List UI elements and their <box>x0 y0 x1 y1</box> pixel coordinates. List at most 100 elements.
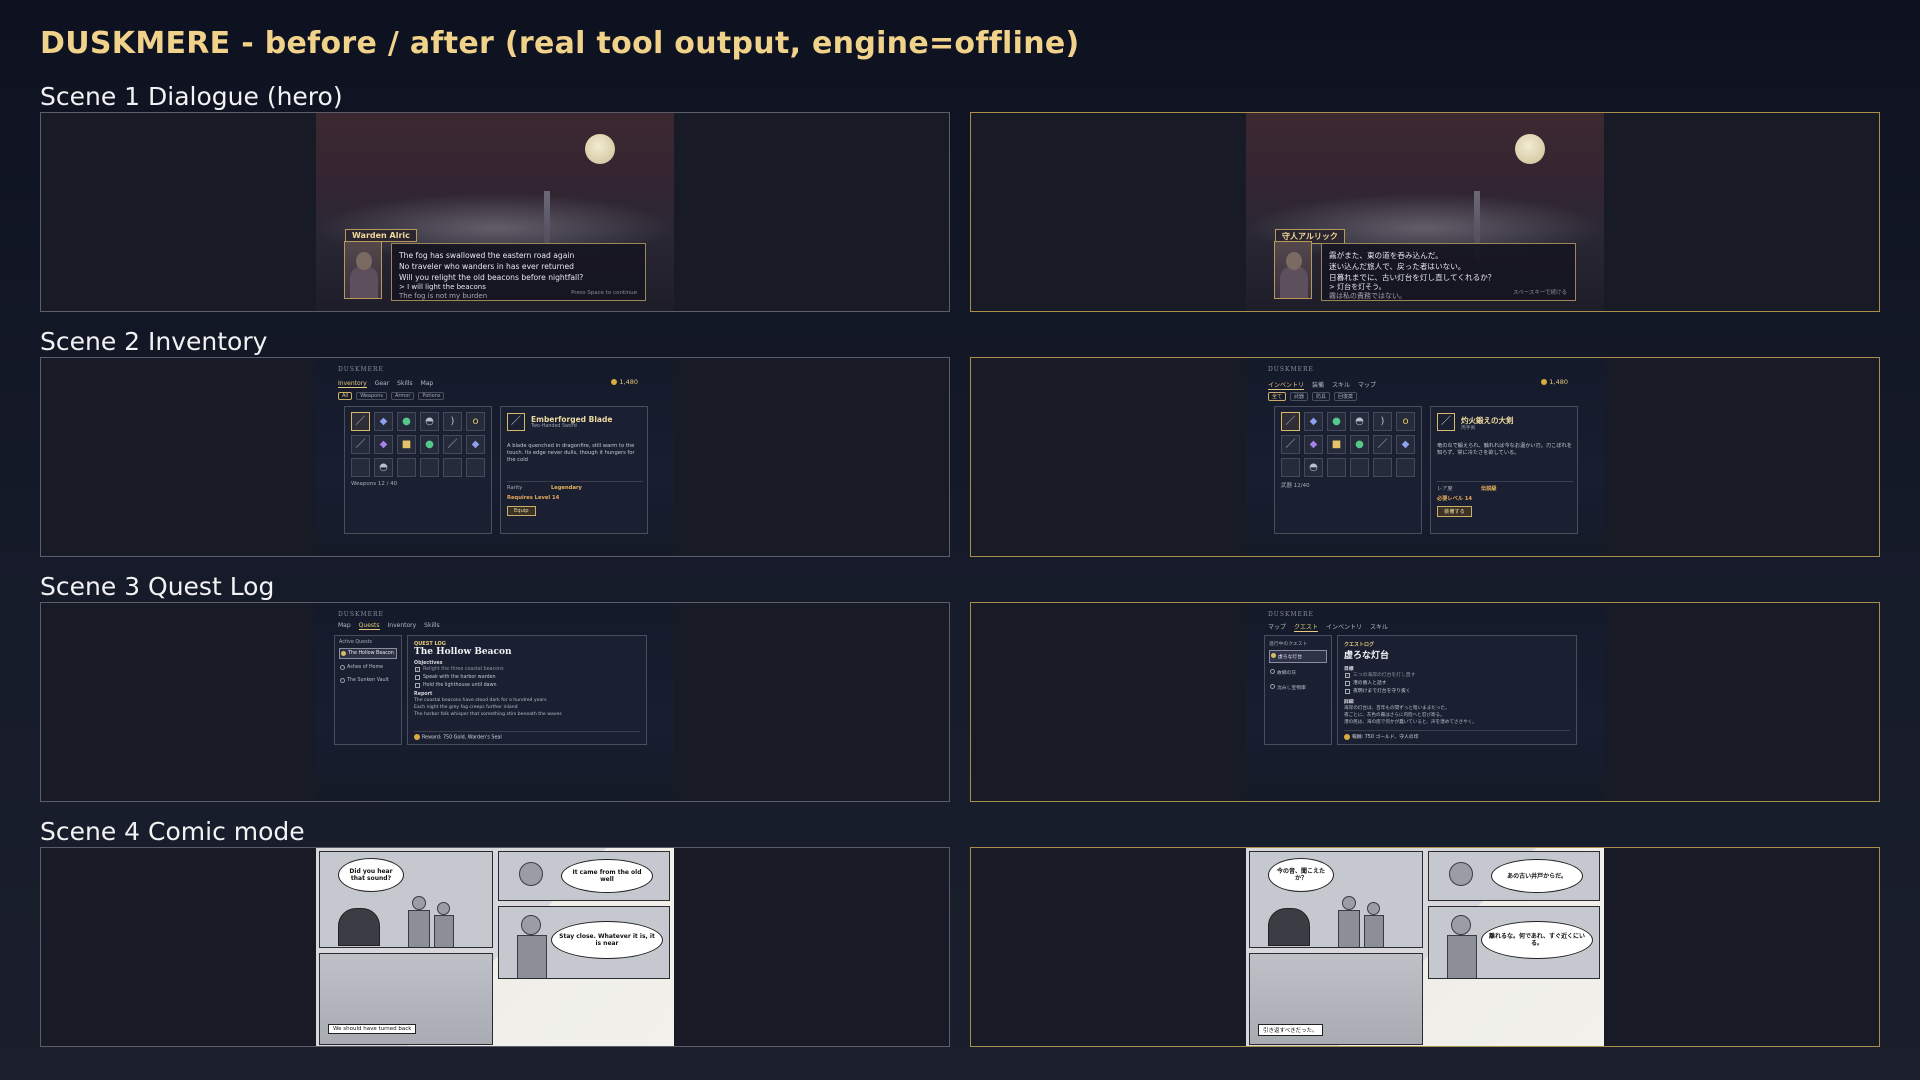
figure-icon <box>1364 915 1384 947</box>
item-detail-panel: ／ Emberforged Blade Two-Handed Sword A b… <box>500 406 648 534</box>
tab-inventory[interactable]: Inventory <box>338 380 367 388</box>
equip-button[interactable]: Equip <box>507 506 536 516</box>
filter-potions[interactable]: Potions <box>418 392 445 400</box>
tab-inventory[interactable]: インベントリ <box>1268 380 1305 390</box>
gem-icon[interactable]: ◆ <box>1304 412 1323 431</box>
potion-icon[interactable]: ● <box>1327 412 1346 431</box>
quest-list-item[interactable]: 虚ろな灯台 <box>1269 650 1327 663</box>
empty-slot[interactable] <box>1396 458 1415 477</box>
wand-icon[interactable]: ／ <box>1281 435 1300 454</box>
potion-icon[interactable]: ● <box>420 435 439 454</box>
bow-icon[interactable]: ) <box>443 412 462 431</box>
tab-map[interactable]: Map <box>421 380 434 388</box>
ring-icon[interactable]: o <box>466 412 485 431</box>
helmet-icon[interactable]: ◓ <box>420 412 439 431</box>
objective-item[interactable]: ✓ Relight the three coastal beacons <box>414 666 640 674</box>
filter-all[interactable]: All <box>338 392 353 400</box>
crystal-icon[interactable]: ◆ <box>374 435 393 454</box>
tab-skills[interactable]: スキル <box>1370 622 1388 632</box>
dagger-icon[interactable]: ／ <box>1373 435 1392 454</box>
speech-bubble: Did you hear that sound? <box>338 858 404 892</box>
tab-gear[interactable]: 装備 <box>1312 380 1324 390</box>
sword-icon[interactable]: ／ <box>351 412 370 431</box>
empty-slot[interactable] <box>397 458 416 477</box>
continue-hint: Press Space to continue <box>571 290 637 296</box>
empty-slot[interactable] <box>420 458 439 477</box>
tab-map[interactable]: マップ <box>1358 380 1376 390</box>
quest-list-item[interactable]: 沈みし宝物庫 <box>1269 682 1327 693</box>
empty-slot[interactable] <box>443 458 462 477</box>
figure-icon <box>434 915 454 947</box>
filter-all[interactable]: 全て <box>1268 392 1287 401</box>
figure-head-icon <box>1367 902 1380 915</box>
crystal-icon[interactable]: ◆ <box>1304 435 1323 454</box>
helmet-icon[interactable]: ◓ <box>374 458 393 477</box>
gem-icon[interactable]: ◆ <box>466 435 485 454</box>
empty-slot[interactable] <box>1373 458 1392 477</box>
quest-list-item[interactable]: Ashes of Home <box>339 663 397 672</box>
scroll-icon[interactable]: ■ <box>1327 435 1346 454</box>
empty-slot[interactable] <box>1327 458 1346 477</box>
filter-armor[interactable]: 防具 <box>1312 392 1331 401</box>
tab-quests[interactable]: Quests <box>358 622 380 630</box>
objective-item[interactable]: 夜明けまで灯台を守り抜く <box>1344 688 1570 696</box>
tab-map[interactable]: Map <box>338 622 351 630</box>
potion-icon[interactable]: ● <box>1350 435 1369 454</box>
figure-icon <box>408 910 430 947</box>
tab-inventory[interactable]: インベントリ <box>1326 622 1362 632</box>
equip-button[interactable]: 装備する <box>1437 506 1472 517</box>
gold-amount: 1,480 <box>1549 378 1568 386</box>
objective-item[interactable]: ✓ 三つの海岸の灯台を灯し直す <box>1344 672 1570 680</box>
tab-skills[interactable]: スキル <box>1332 380 1350 390</box>
checkbox-icon <box>415 683 420 688</box>
filter-weapons[interactable]: Weapons <box>356 392 388 400</box>
helmet-icon[interactable]: ◓ <box>1350 412 1369 431</box>
dialogue-box[interactable]: The fog has swallowed the eastern road a… <box>391 243 646 301</box>
helmet-icon[interactable]: ◓ <box>1304 458 1323 477</box>
empty-slot[interactable] <box>351 458 370 477</box>
quest-list-item[interactable]: The Hollow Beacon <box>339 648 397 659</box>
empty-slot[interactable] <box>466 458 485 477</box>
tab-inventory[interactable]: Inventory <box>388 622 417 630</box>
inventory-tabs: インベントリ 装備 スキル マップ <box>1268 380 1376 390</box>
tab-gear[interactable]: Gear <box>375 380 389 388</box>
quest-list-item[interactable]: 故郷の灰 <box>1269 667 1327 678</box>
objective-item[interactable]: Hold the lighthouse until dawn <box>414 682 640 690</box>
gem-icon[interactable]: ◆ <box>1396 435 1415 454</box>
coin-icon <box>611 379 618 385</box>
checkbox-icon <box>415 675 420 680</box>
rarity-label: レア度 <box>1437 486 1453 492</box>
game-brand: DUSKMERE <box>1268 611 1314 618</box>
bow-icon[interactable]: ) <box>1373 412 1392 431</box>
gem-icon[interactable]: ◆ <box>374 412 393 431</box>
quest-tabs: マップ クエスト インベントリ スキル <box>1268 622 1388 632</box>
potion-icon[interactable]: ● <box>397 412 416 431</box>
filter-weapons[interactable]: 武器 <box>1290 392 1309 401</box>
sword-icon[interactable]: ／ <box>1281 412 1300 431</box>
ring-icon[interactable]: o <box>1396 412 1415 431</box>
tab-skills[interactable]: Skills <box>397 380 412 388</box>
tab-quests[interactable]: クエスト <box>1294 622 1319 632</box>
objective-item[interactable]: 港の番人と話す <box>1344 680 1570 688</box>
dagger-icon[interactable]: ／ <box>443 435 462 454</box>
tab-map[interactable]: マップ <box>1268 622 1286 632</box>
level-requirement: 必要レベル 14 <box>1437 496 1472 502</box>
empty-slot[interactable] <box>1350 458 1369 477</box>
quest-title: 虚ろな灯台 <box>1344 651 1390 661</box>
objective-item[interactable]: Speak with the harbor warden <box>414 674 640 682</box>
tab-skills[interactable]: Skills <box>424 622 439 630</box>
filter-armor[interactable]: Armor <box>391 392 415 400</box>
inventory-slots: ／ ◆ ● ◓) o ／ ◆ ■ ● ／ ◆ ◓ <box>351 412 485 477</box>
figure-head-icon <box>1451 915 1471 935</box>
filter-potions[interactable]: 回復薬 <box>1334 392 1358 401</box>
sword-icon: ／ <box>1437 413 1455 431</box>
inventory-screenshot-before: DUSKMERE Inventory Gear Skills Map All W… <box>316 358 674 556</box>
dialogue-box[interactable]: 霧がまた、東の道を呑み込んだ。 迷い込んだ旅人で、戻った者はいない。 日暮れまで… <box>1321 243 1576 301</box>
item-description: A blade quenched in dragonfire, still wa… <box>507 443 635 463</box>
empty-slot[interactable] <box>1281 458 1300 477</box>
scene-1-after-frame: 守人アルリック 霧がまた、東の道を呑み込んだ。 迷い込んだ旅人で、戻った者はいな… <box>970 112 1880 312</box>
wand-icon[interactable]: ／ <box>351 435 370 454</box>
rarity-value: 伝説級 <box>1481 486 1497 492</box>
quest-list-item[interactable]: The Sunken Vault <box>339 676 397 685</box>
scroll-icon[interactable]: ■ <box>397 435 416 454</box>
